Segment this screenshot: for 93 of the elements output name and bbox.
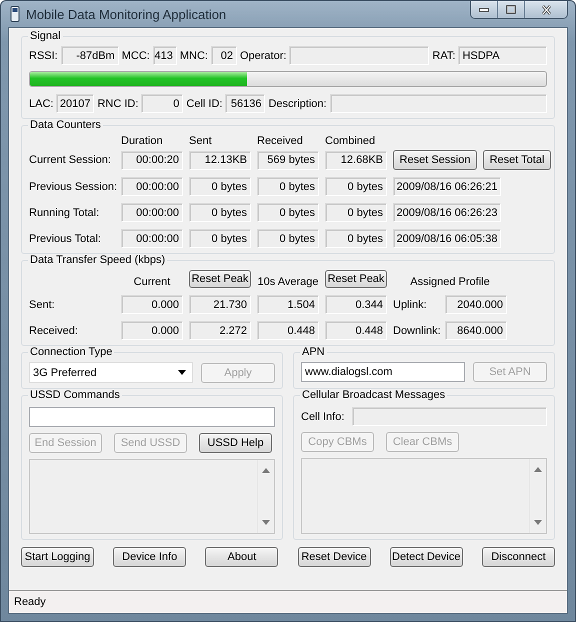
apn-field[interactable]: www.dialogsl.com (301, 362, 465, 382)
button[interactable]: Reset Device (298, 547, 371, 567)
group-title: Signal (28, 30, 63, 43)
value-field: 0 bytes (325, 177, 387, 196)
column-header: Sent (189, 135, 213, 147)
field-label: Cell Info: (301, 410, 344, 422)
row-label: Sent: (29, 298, 56, 310)
value-field: 0 bytes (325, 203, 387, 222)
value-field: 1.504 (257, 295, 319, 314)
caret-icon (178, 370, 186, 375)
timestamp-field: 2009/08/16 06:26:21 (393, 177, 501, 196)
close-icon (542, 4, 550, 14)
value-field: 00:00:00 (121, 229, 183, 248)
value-field: 0 bytes (189, 229, 251, 248)
value-field: 0.000 (121, 295, 183, 314)
button[interactable]: USSD Help (199, 433, 272, 453)
field-label: Cell ID: (186, 98, 222, 110)
button[interactable]: Reset Peak (189, 270, 251, 288)
column-header: Received (257, 135, 304, 147)
maximize-button[interactable] (497, 1, 524, 18)
ussd-field[interactable] (29, 407, 275, 427)
window-title: Mobile Data Monitoring Application (26, 6, 228, 22)
value-field: 00:00:00 (121, 177, 183, 196)
column-header: Combined (325, 135, 376, 147)
group-title: Data Transfer Speed (kbps) (28, 254, 168, 267)
column-header: Assigned Profile (409, 276, 491, 288)
group-title: Connection Type (28, 346, 114, 359)
value-field: 0.448 (257, 321, 319, 340)
field-label: MCC: (122, 50, 150, 62)
field-label: Downlink: (393, 324, 439, 336)
value-field: 0.344 (325, 295, 387, 314)
button[interactable]: Reset Peak (325, 270, 387, 288)
value-field: 0 (141, 94, 184, 113)
field-label: Operator: (240, 50, 286, 62)
column-header: 10s Average (257, 276, 319, 288)
value-field: 12.13KB (189, 150, 251, 170)
value-field: -87dBm (60, 46, 119, 65)
button[interactable]: Reset Total (483, 150, 551, 170)
button[interactable]: About (205, 547, 278, 567)
dropdown[interactable]: 3G Preferred (29, 362, 193, 383)
field-label: Description: (268, 98, 327, 110)
phone-icon (10, 6, 20, 22)
field-label: MNC: (180, 50, 208, 62)
column-header: Duration (121, 135, 164, 147)
group-title: Cellular Broadcast Messages (300, 389, 448, 402)
button[interactable]: Start Logging (21, 547, 94, 567)
value-field: 00:00:00 (121, 203, 183, 222)
row-label: Previous Session: (29, 180, 115, 192)
value-field: 56136 (225, 94, 266, 113)
value-field: 569 bytes (257, 150, 319, 170)
row-label: Received: (29, 324, 79, 336)
status-text: Ready (14, 596, 46, 608)
field-label: Uplink: (393, 298, 428, 310)
column-header: Current (132, 276, 172, 288)
value-field: 0 bytes (189, 203, 251, 222)
value-field: HSDPA (458, 46, 547, 65)
button[interactable]: Device Info (113, 547, 186, 567)
value-field: 0 bytes (257, 203, 319, 222)
timestamp-field: 2009/08/16 06:05:38 (393, 229, 501, 248)
value-field: 02 (210, 46, 237, 65)
value-field: 0 bytes (257, 177, 319, 196)
value-field: 2040.000 (445, 295, 507, 314)
button[interactable]: Reset Session (393, 150, 477, 170)
scroll-down-icon[interactable] (262, 520, 270, 525)
row-label: Current Session: (29, 154, 112, 166)
field-label: LAC: (29, 98, 54, 110)
button[interactable]: Detect Device (390, 547, 463, 567)
scroll-down-icon[interactable] (534, 520, 542, 525)
value-field: 12.68KB (325, 150, 387, 170)
minimize-button[interactable] (471, 1, 497, 18)
close-button[interactable] (524, 1, 567, 18)
value-field: 20107 (56, 94, 94, 113)
scroll-up-icon[interactable] (534, 467, 542, 472)
minimize-icon (479, 8, 489, 12)
value-field: 2.272 (189, 321, 251, 340)
value-field: 21.730 (189, 295, 251, 314)
value-field: 00:00:20 (121, 150, 183, 170)
value-field: 0.000 (121, 321, 183, 340)
value-field: 0.448 (325, 321, 387, 340)
field-label: RSSI: (29, 50, 58, 62)
field-label: RAT: (432, 50, 456, 62)
value-field: 0 bytes (189, 177, 251, 196)
button[interactable]: Disconnect (482, 547, 555, 567)
maximize-icon (506, 5, 516, 14)
value-field: 413 (152, 46, 177, 65)
value-field: 0 bytes (257, 229, 319, 248)
row-label: Running Total: (29, 206, 100, 218)
field-label: RNC ID: (97, 98, 138, 110)
value-field: 8640.000 (445, 321, 507, 340)
scroll-up-icon[interactable] (262, 468, 270, 473)
timestamp-field: 2009/08/16 06:26:23 (393, 203, 501, 222)
row-label: Previous Total: (29, 232, 102, 244)
value-field: 0 bytes (325, 229, 387, 248)
